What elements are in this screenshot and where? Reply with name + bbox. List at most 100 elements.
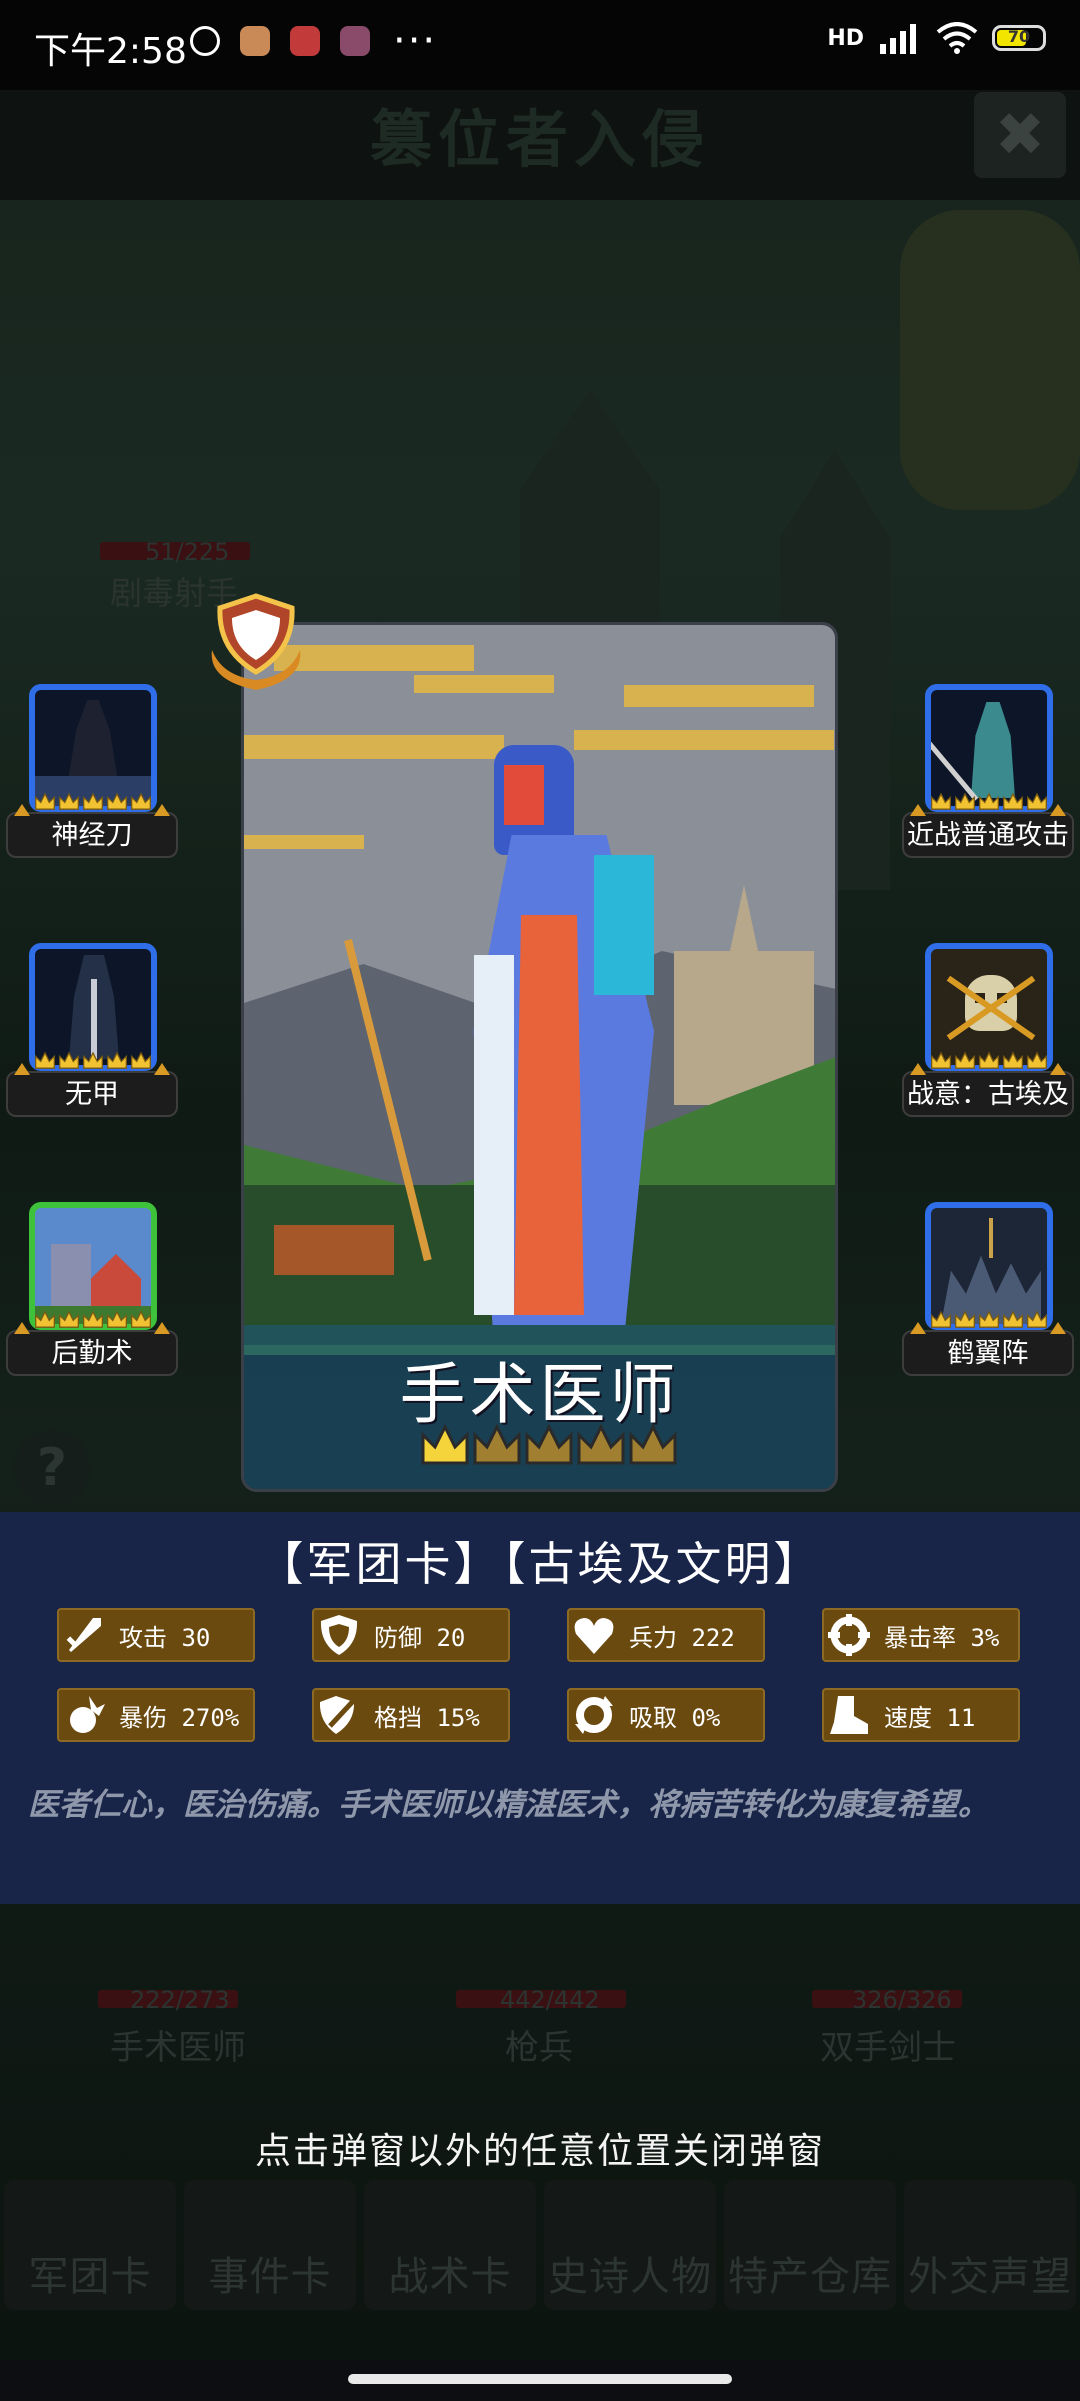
app-notification-icon: [340, 26, 370, 56]
dismiss-hint[interactable]: 点击弹窗以外的任意位置关闭弹窗: [0, 2122, 1080, 2174]
stat-crit-rate: 暴击率 3%: [822, 1608, 1020, 1662]
stat-value: 暴伤 270%: [119, 1703, 240, 1732]
card-description: 医者仁心，医治伤痛。手术医师以精湛医术，将病苦转化为康复希望。: [28, 1787, 989, 1823]
crown-icon: [577, 1423, 625, 1465]
crown-icon: [931, 792, 951, 810]
boot-icon: [830, 1696, 868, 1734]
card-star-rating: [419, 1423, 679, 1469]
skill-label: 神经刀: [6, 812, 178, 858]
sword-icon: [66, 1618, 101, 1652]
nav-event-cards: 事件卡: [184, 2180, 356, 2310]
stat-value: 攻击 30: [119, 1623, 211, 1652]
drain-icon: [575, 1696, 613, 1734]
stat-value: 格挡 15%: [374, 1703, 480, 1732]
block-icon: [319, 1696, 358, 1734]
crown-icon: [1027, 1310, 1047, 1328]
nav-legion-cards: 军团卡: [4, 2180, 176, 2310]
crown-icon: [525, 1423, 573, 1465]
wifi-icon: [936, 22, 978, 54]
background-page-title: 篡位者入侵: [0, 90, 1080, 200]
crown-icon: [1027, 792, 1047, 810]
skill-label: 近战普通攻击: [902, 812, 1074, 858]
crown-icon: [131, 1310, 151, 1328]
crown-icon: [979, 1310, 999, 1328]
crown-icon: [107, 792, 127, 810]
surgeon-figure: [444, 735, 674, 1335]
crown-icon: [83, 1310, 103, 1328]
crown-icon: [35, 1051, 55, 1069]
card-tags: 【军团卡】【古埃及文明】: [257, 1537, 823, 1591]
crown-icon: [629, 1423, 677, 1465]
rank-shield-icon: [211, 593, 301, 690]
stat-drain: 吸取 0%: [567, 1688, 765, 1742]
crown-icon: [1027, 1051, 1047, 1069]
crown-icon: [955, 1051, 975, 1069]
skill-neural-blade[interactable]: 神经刀: [2, 684, 182, 874]
skill-label: 后勤术: [6, 1330, 178, 1376]
crown-icon: [59, 1051, 79, 1069]
crown-icon: [35, 792, 55, 810]
stat-value: 吸取 0%: [629, 1703, 721, 1732]
nav-diplomacy: 外交声望: [904, 2180, 1076, 2310]
crown-icon: [83, 792, 103, 810]
stat-attack: 攻击 30: [57, 1608, 255, 1662]
background-unit-name: 双手剑士: [820, 2028, 956, 2068]
crown-icon: [1003, 1310, 1023, 1328]
signal-icon: [880, 24, 916, 54]
bottom-nav: 军团卡 事件卡 战术卡 史诗人物 特产仓库 外交声望: [0, 2180, 1080, 2310]
unit-card: 手术医师: [241, 622, 838, 1492]
crown-icon: [955, 792, 975, 810]
background-hp-text: 222/273: [130, 1986, 230, 2014]
status-bar: 下午2:58 ··· HD 70: [0, 0, 1080, 90]
app-notification-icon: [240, 26, 270, 56]
battery-level: 70: [1007, 27, 1031, 46]
crown-icon: [1003, 792, 1023, 810]
skill-melee-attack[interactable]: 近战普通攻击: [898, 684, 1078, 874]
crown-icon: [131, 1051, 151, 1069]
stat-defense: 防御 20: [312, 1608, 510, 1662]
skill-logistics[interactable]: 后勤术: [2, 1202, 182, 1392]
stat-crit-damage: 暴伤 270%: [57, 1688, 255, 1742]
crown-icon: [421, 1423, 469, 1465]
crown-icon: [931, 1051, 951, 1069]
background-unit-name: 枪兵: [505, 2028, 573, 2068]
more-notifications-icon: ···: [393, 18, 438, 64]
stat-block: 格挡 15%: [312, 1688, 510, 1742]
stat-value: 兵力 222: [629, 1623, 735, 1652]
stat-speed: 速度 11: [822, 1688, 1020, 1742]
shield-icon: [320, 1615, 358, 1655]
crosshair-icon: [828, 1614, 870, 1656]
background-hp-text: 326/326: [852, 1986, 952, 2014]
nav-tactic-cards: 战术卡: [364, 2180, 536, 2310]
skill-label: 鹤翼阵: [902, 1330, 1074, 1376]
stat-troops: 兵力 222: [567, 1608, 765, 1662]
background-hp-text: 442/442: [500, 1986, 600, 2014]
skill-no-armor[interactable]: 无甲: [2, 943, 182, 1133]
skill-label: 战意：古埃及: [902, 1071, 1074, 1117]
crown-icon: [473, 1423, 521, 1465]
crown-icon: [1003, 1051, 1023, 1069]
crown-icon: [131, 792, 151, 810]
stat-value: 防御 20: [374, 1623, 466, 1652]
skill-crane-wing-formation[interactable]: 鹤翼阵: [898, 1202, 1078, 1392]
app-notification-icon: [290, 26, 320, 56]
nav-specialty-warehouse: 特产仓库: [724, 2180, 896, 2310]
crown-icon: [83, 1051, 103, 1069]
skill-war-spirit[interactable]: 战意：古埃及: [898, 943, 1078, 1133]
alarm-icon: [190, 26, 220, 56]
home-indicator[interactable]: [348, 2374, 732, 2384]
skill-label: 无甲: [6, 1071, 178, 1117]
background-hp-text: 51/225: [145, 538, 230, 566]
crown-icon: [35, 1310, 55, 1328]
stat-value: 速度 11: [884, 1703, 976, 1732]
background-unit-name: 手术医师: [110, 2028, 246, 2068]
unit-info-panel: 【军团卡】【古埃及文明】 攻击 30 防御 20 兵力 222 暴击率 3% 暴…: [0, 1512, 1080, 1904]
crown-icon: [59, 1310, 79, 1328]
crown-icon: [59, 792, 79, 810]
network-type: HD: [827, 25, 864, 51]
heart-icon: [574, 1618, 614, 1654]
crown-icon: [979, 792, 999, 810]
crown-icon: [979, 1051, 999, 1069]
crown-icon: [107, 1310, 127, 1328]
status-time: 下午2:58: [34, 31, 187, 72]
